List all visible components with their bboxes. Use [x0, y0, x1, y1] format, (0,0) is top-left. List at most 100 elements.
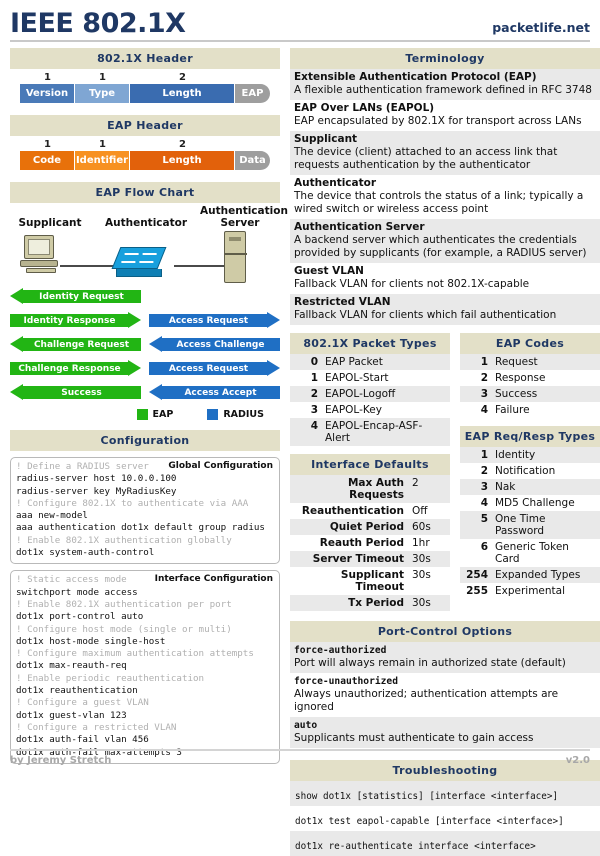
authenticator-switch-icon [111, 247, 167, 277]
row-value: EAPOL-Encap-ASF-Alert [325, 420, 423, 444]
row-value: MD5 Challenge [495, 497, 575, 509]
numbered-row: 2 Notification [460, 463, 600, 479]
supplicant-computer-icon [20, 235, 58, 273]
definition-row: force-authorized Port will always remain … [290, 642, 600, 673]
definition-term: Supplicant [294, 133, 358, 145]
troubleshooting-row: show dot1x [statistics] [interface <inte… [290, 781, 600, 806]
eap-header-title: EAP Header [10, 115, 280, 136]
row-value: Identity [495, 449, 536, 461]
packet-types-list: 0 EAP Packet 1 EAPOL-Start 2 EAPOL-Logoff 3 EAP… [290, 354, 450, 446]
eap-codes-list: 1 Request 2 Response 3 Success 4 Failure [460, 354, 600, 418]
legend-item-radius: RADIUS [207, 409, 264, 420]
definition-term: force-authorized [294, 645, 387, 656]
flow-arrow-label: Challenge Response [18, 363, 121, 374]
setting-value: 30s [412, 597, 431, 609]
setting-label: Supplicant Timeout [340, 569, 404, 593]
numbered-row: 4 EAPOL-Encap-ASF-Alert [290, 418, 450, 446]
setting-value: 60s [412, 521, 431, 533]
numbered-row: 4 MD5 Challenge [460, 495, 600, 511]
config-comment-line: ! Configure a guest VLAN [16, 697, 149, 709]
req-resp-types-title: EAP Req/Resp Types [460, 426, 600, 447]
numbered-row: 5 One Time Password [460, 511, 600, 539]
definition-text: The device that controls the status of a… [294, 190, 584, 215]
row-number: 1 [480, 356, 488, 368]
default-setting-row: Tx Period 30s [290, 595, 450, 611]
dot1x-field-eap: EAP [235, 84, 270, 103]
row-number: 2 [310, 388, 318, 400]
flow-arrow-label: Access Accept [184, 387, 257, 398]
port-control-list: force-authorized Port will always remain … [290, 642, 600, 748]
header-divider [10, 40, 590, 42]
definition-row: Guest VLAN Fallback VLAN for clients not … [290, 263, 600, 294]
definition-text: Fallback VLAN for clients which fail aut… [294, 309, 557, 321]
eap-field-length: Length [130, 151, 235, 170]
definition-text: Always unauthorized; authentication atte… [294, 688, 559, 713]
definition-term: Restricted VLAN [294, 296, 391, 308]
default-setting-row: Reauth Period 1hr [290, 535, 450, 551]
eap-field-size-2: 2 [179, 139, 186, 150]
numbered-row: 1 Identity [460, 447, 600, 463]
definition-row: Authentication Server A backend server wh… [290, 219, 600, 263]
interface-configuration-block: Interface Configuration ! Static access … [10, 570, 280, 764]
footer-version: v2.0 [565, 755, 590, 766]
flow-arrow-row: Identity Request [10, 288, 280, 305]
numbered-row: 1 EAPOL-Start [290, 370, 450, 386]
config-command-line: aaa authentication dot1x default group r… [16, 522, 265, 534]
flow-arrow-row: Identity Response Access Request [10, 312, 280, 329]
flow-arrow-challenge-request: Challenge Request [10, 336, 141, 353]
setting-value: 1hr [412, 537, 430, 549]
config-command-line: radius-server key MyRadiusKey [16, 485, 177, 497]
definition-text: EAP encapsulated by 802.1X for transport… [294, 115, 582, 127]
definition-term: Guest VLAN [294, 265, 364, 277]
footer-divider [10, 749, 590, 751]
eap-header-fields: Code Identifier Length Data [10, 151, 280, 170]
row-number: 0 [310, 356, 318, 368]
setting-label: Reauthentication [301, 505, 404, 517]
page-footer: by Jeremy Stretch v2.0 [10, 749, 590, 766]
interface-defaults-list: Max Auth Requests 2 Reauthentication Off Qui… [290, 475, 450, 611]
device-label-supplicant: Supplicant [18, 217, 82, 229]
config-command-line: aaa new-model [16, 510, 88, 522]
flow-arrow-label: Access Challenge [176, 339, 265, 350]
config-comment-line: ! Enable 802.1X authentication globally [16, 534, 232, 546]
config-comment-line: ! Configure maximum authentication attem… [16, 648, 254, 660]
legend-swatch [207, 409, 219, 420]
setting-label: Max Auth Requests [347, 477, 404, 501]
config-command-line: switchport mode access [16, 586, 138, 598]
flow-chart-legend: EAP RADIUS [10, 408, 280, 420]
config-comment-line: ! Configure 802.1X to authenticate via A… [16, 497, 249, 509]
numbered-row: 1 Request [460, 354, 600, 370]
row-value: EAPOL-Start [325, 372, 389, 384]
row-value: Experimental [495, 585, 566, 597]
setting-value: 2 [412, 477, 419, 489]
numbered-row: 2 EAPOL-Logoff [290, 386, 450, 402]
flow-arrow-head [128, 312, 141, 328]
default-setting-row: Max Auth Requests 2 [290, 475, 450, 503]
flow-arrow-label: Success [61, 387, 102, 398]
config-command-line: dot1x guest-vlan 123 [16, 709, 127, 721]
dot1x-field-version: Version [20, 84, 75, 103]
numbered-row: 3 EAPOL-Key [290, 402, 450, 418]
numbered-row: 6 Generic Token Card [460, 539, 600, 567]
terminology-list: Extensible Authentication Protocol (EAP)… [290, 69, 600, 325]
flow-arrow-head [267, 360, 280, 376]
port-control-title: Port-Control Options [290, 621, 600, 642]
definition-row: Restricted VLAN Fallback VLAN for clients… [290, 294, 600, 325]
definition-row: Authenticator The device that controls th… [290, 175, 600, 219]
config-comment-line: ! Configure host mode (single or multi) [16, 623, 232, 635]
eap-codes-panel: EAP Codes 1 Request 2 Response 3 Success 4 Fail… [460, 333, 600, 611]
row-value: Generic Token Card [495, 541, 569, 565]
troubleshooting-row: dot1x re-authenticate interface <interfa… [290, 831, 600, 856]
packet-types-panel: 802.1X Packet Types 0 EAP Packet 1 EAPOL-St… [290, 333, 450, 611]
right-column: Terminology Extensible Authentication Pr… [290, 48, 600, 856]
eap-field-code: Code [20, 151, 75, 170]
flow-arrow-success: Success [10, 384, 141, 401]
flow-arrow-spacer [149, 288, 280, 305]
interface-configuration-tag: Interface Configuration [154, 574, 273, 585]
flow-arrow-access-request: Access Request [149, 312, 280, 329]
dot1x-field-type: Type [75, 84, 130, 103]
flow-arrow-label: Challenge Request [33, 339, 130, 350]
flow-arrow-label: Access Request [168, 315, 249, 326]
site-brand: packetlife.net [492, 20, 590, 35]
numbered-row: 255 Experimental [460, 583, 600, 599]
